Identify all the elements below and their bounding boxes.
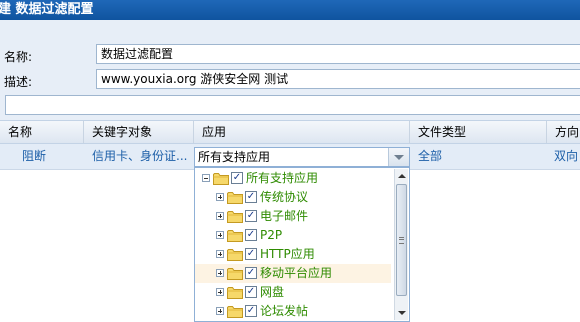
expand-icon[interactable] [216,193,224,201]
checkbox-icon[interactable]: ✓ [245,305,257,317]
cell-direction: 双向 [554,149,579,163]
column-header-keywords[interactable]: 关键字对象 [84,121,194,143]
checkbox-icon[interactable]: ✓ [231,172,243,184]
collapse-icon[interactable] [202,174,210,182]
cell-name: 阻断 [22,149,47,163]
tree-node-label: 网盘 [260,285,285,299]
app-select[interactable]: 所有支持应用 [194,147,410,167]
expand-icon[interactable] [216,212,224,220]
cell-keywords: 信用卡、身份证... [92,149,188,163]
tree-node-root[interactable]: ✓ 所有支持应用 [195,169,391,188]
column-header-direction[interactable]: 方向 [547,121,580,143]
checkbox-icon[interactable]: ✓ [245,286,257,298]
grid-header: 名称 关键字对象 应用 文件类型 方向 [0,120,580,144]
column-header-file-type[interactable]: 文件类型 [410,121,547,143]
checkbox-icon[interactable]: ✓ [245,191,257,203]
description-input[interactable]: www.youxia.org 游侠安全网 测试 [96,69,580,89]
folder-icon [227,305,243,318]
name-input[interactable]: 数据过滤配置 [96,44,580,64]
tree-node[interactable]: ✓ 传统协议 [195,188,391,207]
folder-icon [227,210,243,223]
column-header-name[interactable]: 名称 [0,121,84,143]
app-tree-dropdown: ✓ 所有支持应用 ✓ 传统协议 ✓ 电子邮件 ✓ P2P ✓ HTTP应用 ✓ 移动平台应用 ✓ 网盘 ✓ 论… [194,167,410,322]
window-titlebar: 建 数据过滤配置 [0,0,580,20]
scroll-up-icon[interactable] [395,169,408,183]
tree-node[interactable]: ✓ 论坛发帖 [195,302,391,321]
tree-node-label: 移动平台应用 [260,266,333,280]
tree-node[interactable]: ✓ 网盘 [195,283,391,302]
tree-node-label: 传统协议 [260,190,309,204]
tree-node-label: 所有支持应用 [246,171,319,185]
chevron-down-icon[interactable] [388,148,409,166]
tree-node[interactable]: ✓ HTTP应用 [195,245,391,264]
tree-node[interactable]: ✓ 移动平台应用 [195,264,391,283]
expand-icon[interactable] [216,269,224,277]
expand-icon[interactable] [216,307,224,315]
tree-scrollbar[interactable] [394,169,408,320]
checkbox-icon[interactable]: ✓ [245,210,257,222]
grip-icon [399,237,404,244]
name-label: 名称: [4,50,33,64]
window-title: 建 数据过滤配置 [0,2,94,17]
tree-node-label: HTTP应用 [260,247,315,261]
folder-icon [227,248,243,261]
folder-icon [213,172,229,185]
blank-input[interactable] [5,95,580,115]
checkbox-icon[interactable]: ✓ [245,248,257,260]
description-label: 描述: [4,75,33,89]
tree-node[interactable]: ✓ P2P [195,226,391,245]
app-select-value: 所有支持应用 [198,150,271,164]
folder-icon [227,229,243,242]
expand-icon[interactable] [216,288,224,296]
scroll-thumb[interactable] [396,184,407,296]
column-header-app[interactable]: 应用 [194,121,410,143]
expand-icon[interactable] [216,250,224,258]
folder-icon [227,267,243,280]
tree-node[interactable]: ✓ 电子邮件 [195,207,391,226]
checkbox-icon[interactable]: ✓ [245,229,257,241]
tree-node-label: 论坛发帖 [260,304,309,318]
checkbox-icon[interactable]: ✓ [245,267,257,279]
folder-icon [227,286,243,299]
folder-icon [227,191,243,204]
scroll-down-icon[interactable] [395,306,408,320]
cell-file-type: 全部 [418,149,443,163]
expand-icon[interactable] [216,231,224,239]
tree-node-label: 电子邮件 [260,209,309,223]
tree-node-label: P2P [260,228,283,242]
